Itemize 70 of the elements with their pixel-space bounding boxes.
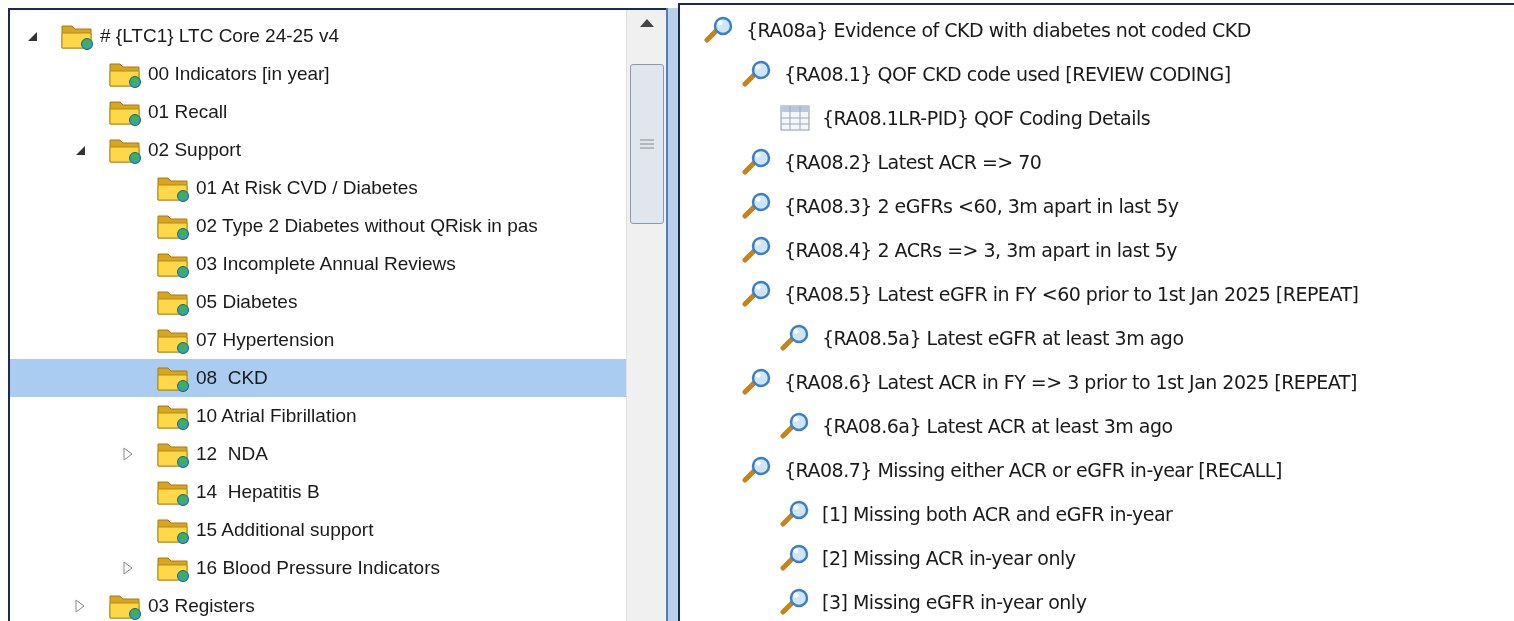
folder-icon	[157, 250, 191, 278]
search-icon	[742, 192, 772, 220]
splitter-bar[interactable]	[666, 8, 678, 621]
search-icon	[742, 236, 772, 264]
search-icon	[780, 412, 810, 440]
search-icon	[742, 368, 772, 396]
scroll-up-arrow-icon[interactable]	[638, 18, 655, 28]
search-icon	[742, 60, 772, 88]
folder-icon	[157, 440, 191, 468]
folder-icon	[157, 288, 191, 316]
folder-icon	[61, 22, 95, 50]
search-icon	[780, 544, 810, 572]
tree-item[interactable]: 15 Additional support	[10, 511, 626, 549]
table-icon	[780, 105, 810, 131]
search-icon	[742, 456, 772, 484]
tree-item[interactable]: 02 Support	[10, 131, 626, 169]
tree-item[interactable]: 02 Type 2 Diabetes without QRisk in pas	[10, 207, 626, 245]
query-label[interactable]: [1] Missing both ACR and eGFR in-year	[822, 499, 1173, 529]
query-label[interactable]: {RA08.7} Missing either ACR or eGFR in-year [RECALL]	[784, 455, 1282, 485]
query-label[interactable]: {RA08.6a} Latest ACR at least 3m ago	[822, 411, 1173, 441]
query-label[interactable]: {RA08.5a} Latest eGFR at least 3m ago	[822, 323, 1184, 353]
query-label[interactable]: {RA08.2} Latest ACR => 70	[784, 147, 1042, 177]
tree-item[interactable]: 16 Blood Pressure Indicators	[10, 549, 626, 587]
folder-icon	[157, 516, 191, 544]
query-label[interactable]: {RA08.1} QOF CKD code used [REVIEW CODING]	[784, 59, 1231, 89]
tree-item[interactable]: 12 NDA	[10, 435, 626, 473]
folder-icon	[157, 326, 191, 354]
query-label[interactable]: {RA08.3} 2 eGFRs <60, 3m apart in last 5y	[784, 191, 1179, 221]
scroll-thumb[interactable]	[629, 64, 664, 224]
tree-item[interactable]: 05 Diabetes	[10, 283, 626, 321]
collapse-triangle-icon[interactable]	[74, 144, 86, 156]
tree-item[interactable]: 07 Hypertension	[10, 321, 626, 359]
query-label[interactable]: {RA08.1LR-PID} QOF Coding Details	[822, 103, 1151, 133]
tree-item[interactable]: 08 CKD	[10, 359, 626, 397]
search-icon	[742, 148, 772, 176]
tree-item[interactable]: 03 Incomplete Annual Reviews	[10, 245, 626, 283]
folder-icon	[157, 174, 191, 202]
query-label[interactable]: {RA08.5} Latest eGFR in FY <60 prior to 1st Jan 2025 [REPEAT]	[784, 279, 1359, 309]
tree-item[interactable]: 01 Recall	[10, 93, 626, 131]
folder-icon	[157, 212, 191, 240]
query-label[interactable]: {RA08a} Evidence of CKD with diabetes not coded CKD	[746, 15, 1251, 45]
folder-icon	[157, 364, 191, 392]
tree-item[interactable]: 01 At Risk CVD / Diabetes	[10, 169, 626, 207]
search-icon	[780, 500, 810, 528]
folder-icon	[109, 592, 143, 620]
folder-icon	[109, 98, 143, 126]
expand-triangle-icon[interactable]	[74, 599, 86, 613]
search-icon	[780, 324, 810, 352]
query-label[interactable]: {RA08.6} Latest ACR in FY => 3 prior to 1st Jan 2025 [REPEAT]	[784, 367, 1357, 397]
tree-item[interactable]: # {LTC1} LTC Core 24-25 v4	[10, 17, 626, 55]
folder-icon	[109, 60, 143, 88]
collapse-triangle-icon[interactable]	[26, 30, 38, 42]
folder-icon	[109, 136, 143, 164]
query-label[interactable]: [2] Missing ACR in-year only	[822, 543, 1076, 573]
search-icon	[780, 588, 810, 616]
query-label[interactable]: {RA08.4} 2 ACRs => 3, 3m apart in last 5y	[784, 235, 1177, 265]
expand-triangle-icon[interactable]	[122, 561, 134, 575]
tree-item[interactable]: 00 Indicators [in year]	[10, 55, 626, 93]
query-label[interactable]: [3] Missing eGFR in-year only	[822, 587, 1087, 617]
search-icon	[704, 16, 734, 44]
folder-icon	[157, 554, 191, 582]
scrollbar[interactable]	[626, 10, 666, 621]
folder-icon	[157, 478, 191, 506]
tree-item[interactable]: 14 Hepatitis B	[10, 473, 626, 511]
folder-icon	[157, 402, 191, 430]
expand-triangle-icon[interactable]	[122, 447, 134, 461]
grip-icon	[639, 139, 654, 149]
tree-item[interactable]: 10 Atrial Fibrillation	[10, 397, 626, 435]
tree-item[interactable]: 03 Registers	[10, 587, 626, 621]
search-icon	[742, 280, 772, 308]
